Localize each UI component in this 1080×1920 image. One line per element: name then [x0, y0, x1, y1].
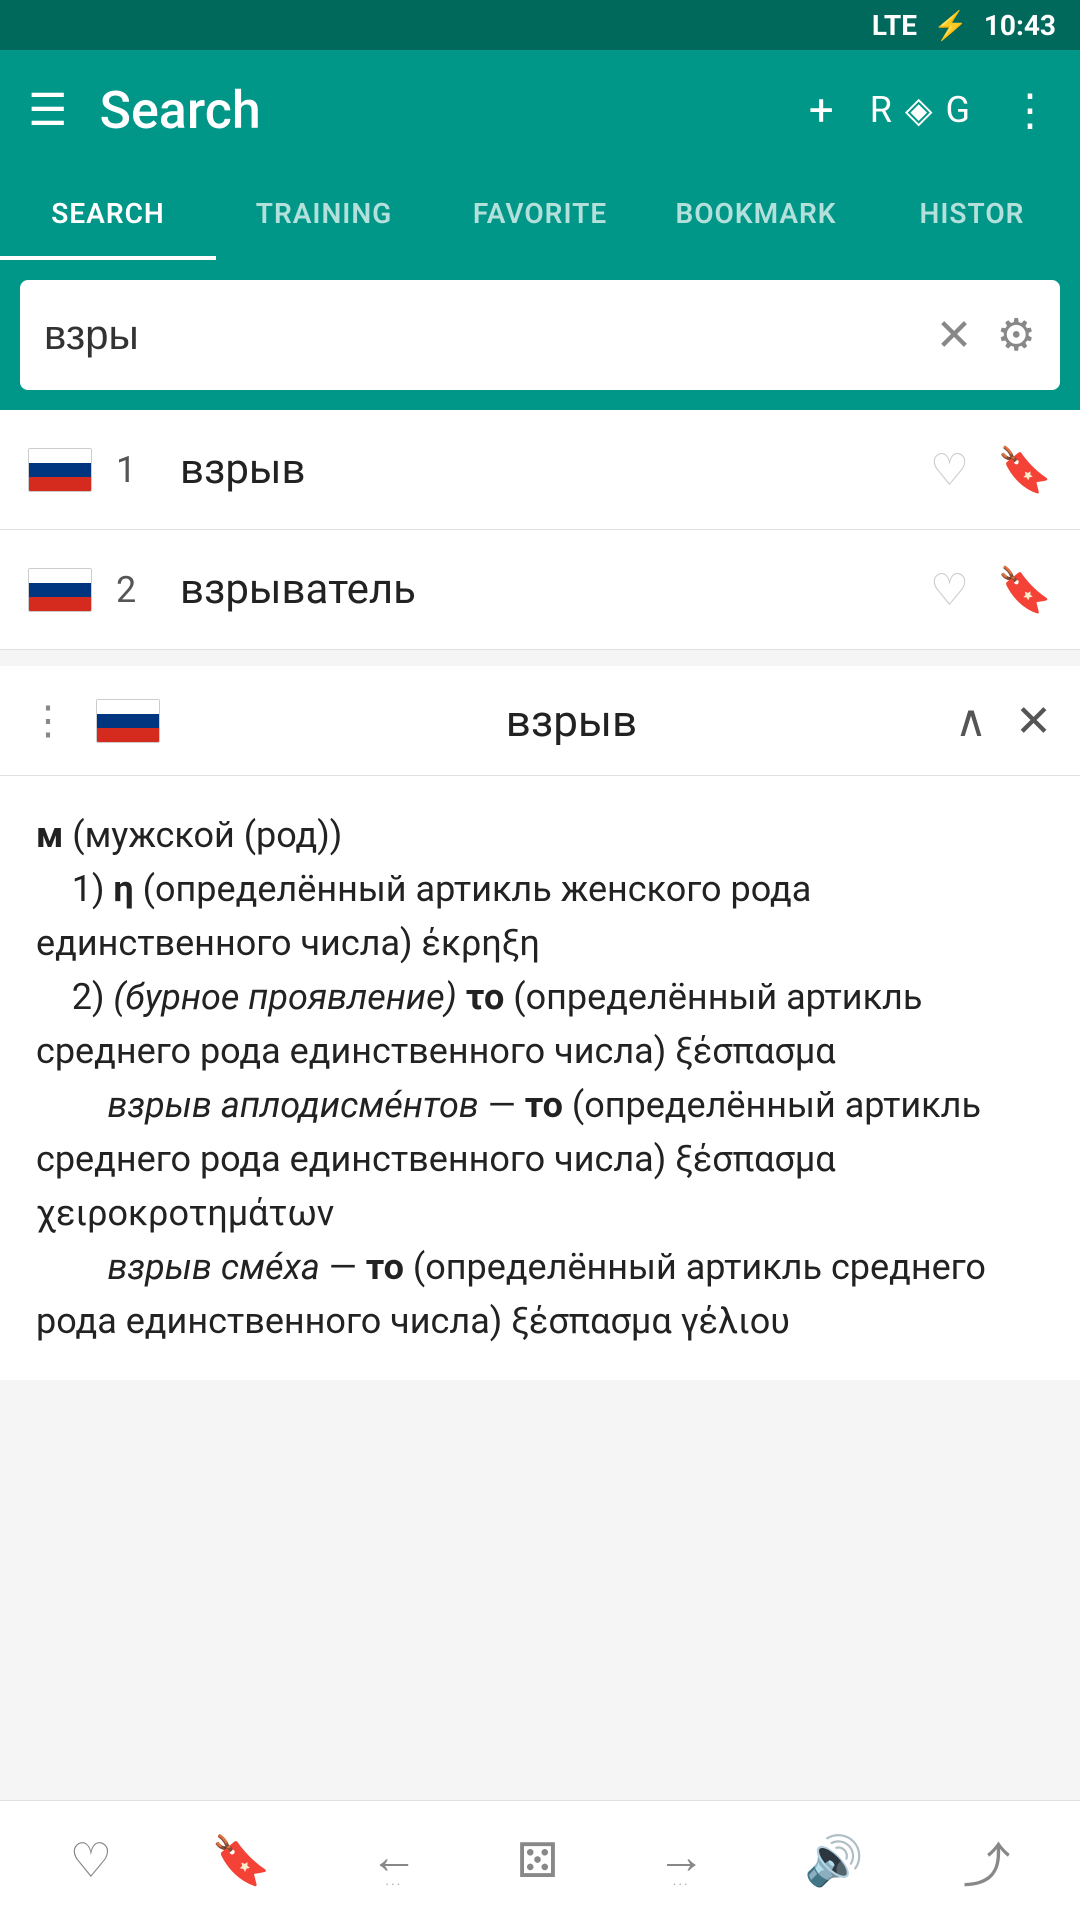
result-item[interactable]: 2 взрыватель ♡ 🔖 — [0, 530, 1080, 650]
definition-panel: ⋮ взрыв ∧ ✕ м (мужской (род)) 1) η (опре… — [0, 666, 1080, 1380]
bottom-bar: ♡ 🔖 ← ··· ⚄ → ··· 🔊 ⤴ — [0, 1800, 1080, 1920]
flag-ru — [28, 568, 92, 612]
bookmark-icon[interactable]: 🔖 — [997, 444, 1052, 496]
flag-ru — [28, 448, 92, 492]
close-definition-icon[interactable]: ✕ — [1015, 695, 1052, 747]
forward-button[interactable]: → ··· — [657, 1828, 705, 1893]
result-word: взрыватель — [180, 565, 930, 614]
search-container: ✕ ⚙ — [0, 260, 1080, 410]
menu-icon[interactable]: ☰ — [28, 84, 67, 136]
tab-favorite[interactable]: FAVORITE — [432, 170, 648, 260]
signal-icon: LTE — [872, 9, 917, 42]
app-title: Search — [99, 80, 776, 141]
tabs-bar: SEARCH TRAINING FAVORITE BOOKMARK HISTOR — [0, 170, 1080, 260]
search-clear-icon[interactable]: ✕ — [936, 309, 973, 361]
def-flag-ru — [96, 699, 160, 743]
result-actions: ♡ 🔖 — [930, 564, 1052, 616]
search-settings-icon[interactable]: ⚙ — [997, 309, 1036, 361]
collapse-icon[interactable]: ∧ — [955, 695, 987, 747]
tab-histor[interactable]: HISTOR — [864, 170, 1080, 260]
result-number: 2 — [116, 569, 156, 611]
bookmark-bottom-icon[interactable]: 🔖 — [211, 1832, 271, 1889]
result-actions: ♡ 🔖 — [930, 444, 1052, 496]
search-input[interactable] — [44, 311, 936, 359]
result-item[interactable]: 1 взрыв ♡ 🔖 — [0, 410, 1080, 530]
tab-search[interactable]: SEARCH — [0, 170, 216, 260]
bookmark-icon[interactable]: 🔖 — [997, 564, 1052, 616]
clock: 10:43 — [984, 9, 1056, 42]
tab-training[interactable]: TRAINING — [216, 170, 432, 260]
result-number: 1 — [116, 449, 156, 491]
app-bar-actions: + R ◈ G ⋮ — [809, 84, 1052, 136]
result-word: взрыв — [180, 445, 930, 494]
dice-icon[interactable]: ⚄ — [517, 1832, 559, 1889]
favorite-icon[interactable]: ♡ — [930, 564, 969, 616]
back-button[interactable]: ← ··· — [370, 1828, 418, 1893]
tab-bookmark[interactable]: BOOKMARK — [648, 170, 864, 260]
rog-switcher[interactable]: R ◈ G — [870, 89, 972, 131]
status-bar: LTE ⚡ 10:43 — [0, 0, 1080, 50]
share-icon[interactable]: ⤴ — [963, 1826, 1011, 1896]
drag-handle-icon[interactable]: ⋮ — [28, 697, 68, 744]
volume-icon[interactable]: 🔊 — [804, 1832, 864, 1889]
favorite-bottom-icon[interactable]: ♡ — [69, 1832, 112, 1889]
more-icon[interactable]: ⋮ — [1008, 84, 1052, 136]
definition-content: м (мужской (род)) 1) η (определённый арт… — [0, 776, 1080, 1380]
search-box: ✕ ⚙ — [20, 280, 1060, 390]
add-icon[interactable]: + — [809, 84, 834, 136]
definition-header: ⋮ взрыв ∧ ✕ — [0, 666, 1080, 776]
app-bar: ☰ Search + R ◈ G ⋮ — [0, 50, 1080, 170]
definition-word: взрыв — [188, 695, 955, 747]
results-list: 1 взрыв ♡ 🔖 2 взрыватель ♡ 🔖 — [0, 410, 1080, 650]
favorite-icon[interactable]: ♡ — [930, 444, 969, 496]
battery-icon: ⚡ — [933, 9, 968, 42]
